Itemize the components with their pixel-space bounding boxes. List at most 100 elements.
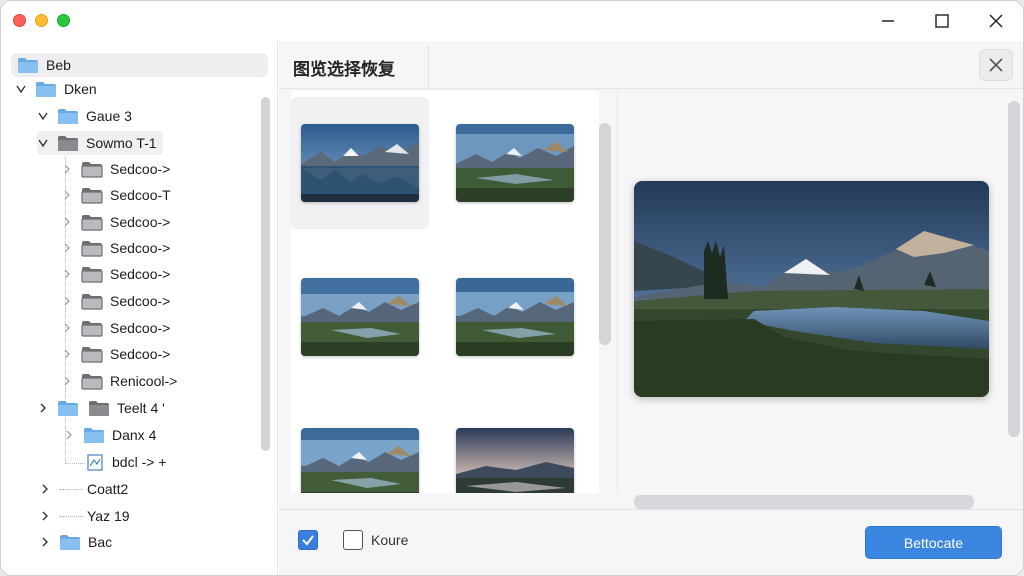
tree-item-label: Renicool-> <box>110 373 178 389</box>
tree-item-label: Dken <box>64 81 97 97</box>
tree-item-coatt[interactable]: Coatt2 <box>39 477 128 501</box>
tree-item-label: Sedcoo-> <box>110 266 171 282</box>
folder-icon <box>17 57 39 74</box>
tree-item-sowmo[interactable]: Sowmo T-1 <box>37 131 163 155</box>
landscape-thumbnail <box>456 278 574 356</box>
tree-item-bdcl[interactable]: bdcl -> + <box>87 450 166 474</box>
chevron-right-icon[interactable] <box>39 536 51 548</box>
tree-item-danx[interactable]: Danx 4 <box>63 423 156 447</box>
tree-item-label: Sowmo T-1 <box>86 135 157 151</box>
thumbnail-item[interactable] <box>446 97 584 229</box>
primary-action-button[interactable]: Bettocate <box>865 526 1002 559</box>
thumbnail-item[interactable] <box>291 401 429 493</box>
folder-icon <box>81 320 103 337</box>
thumbnail-scrollbar[interactable] <box>599 123 611 345</box>
landscape-thumbnail <box>301 278 419 356</box>
folder-icon <box>83 427 105 444</box>
preview-horizontal-scrollbar[interactable] <box>634 495 974 509</box>
chevron-right-icon[interactable] <box>61 268 73 280</box>
tree-guide-line <box>59 515 83 517</box>
chevron-right-icon[interactable] <box>61 375 73 387</box>
minimize-window-dot[interactable] <box>35 14 48 27</box>
thumbnail-item[interactable] <box>446 401 584 493</box>
tree-item-sedcoo[interactable]: Sedcoo-> <box>61 157 170 181</box>
large-image-preview <box>634 181 989 397</box>
landscape-thumbnail <box>301 124 419 202</box>
maximize-button[interactable] <box>915 1 969 41</box>
close-window-dot[interactable] <box>13 14 26 27</box>
chevron-right-icon[interactable] <box>61 322 73 334</box>
tree-item-sedcoo[interactable]: Sedcoo-> <box>61 342 170 366</box>
tree-item-gaue[interactable]: Gaue 3 <box>37 104 132 128</box>
traffic-lights <box>13 14 70 27</box>
thumbnail-item[interactable] <box>291 97 429 229</box>
chevron-right-icon[interactable] <box>39 483 51 495</box>
tree-item-label: Sedcoo-T <box>110 187 171 203</box>
tree-item-sedcoo[interactable]: Sedcoo-T <box>61 183 171 207</box>
close-button[interactable] <box>969 1 1023 41</box>
chevron-right-icon[interactable] <box>61 348 73 360</box>
title-bar <box>1 1 1023 41</box>
tree-scrollbar[interactable] <box>261 97 270 451</box>
chevron-right-icon[interactable] <box>61 163 73 175</box>
folder-icon <box>57 400 79 417</box>
chevron-right-icon[interactable] <box>61 242 73 254</box>
option-checkbox-label: Koure <box>371 532 409 548</box>
tree-item-sedcoo[interactable]: Sedcoo-> <box>61 210 170 234</box>
folder-icon <box>81 214 103 231</box>
preview-panel: 图览选择恢复 Koure Bettocate <box>279 41 1023 575</box>
tree-item-renicool[interactable]: Renicool-> <box>61 369 177 393</box>
tree-item-label: Yaz 19 <box>87 508 130 524</box>
tree-item-sedcoo[interactable]: Sedcoo-> <box>61 316 170 340</box>
tree-item-label: Sedcoo-> <box>110 346 171 362</box>
tree-item-bac[interactable]: Bac <box>39 530 112 554</box>
thumbnail-item[interactable] <box>291 251 429 383</box>
zoom-window-dot[interactable] <box>57 14 70 27</box>
tree-item-teelt[interactable]: Teelt 4 ' <box>37 396 165 420</box>
select-all-checkbox[interactable] <box>298 530 318 550</box>
file-dialog-window: Beb Dken Gaue 3 Sowmo T-1 Sedcoo-> Sedco… <box>0 0 1024 576</box>
chevron-down-icon[interactable] <box>37 110 49 122</box>
dialog-header: 图览选择恢复 <box>279 41 1023 89</box>
close-icon <box>989 14 1003 28</box>
tree-item-sedcoo[interactable]: Sedcoo-> <box>61 262 170 286</box>
tree-item-dken[interactable]: Dken <box>15 77 97 101</box>
tree-item-sedcoo[interactable]: Sedcoo-> <box>61 289 170 313</box>
tree-item-label: Sedcoo-> <box>110 240 171 256</box>
header-divider <box>428 45 429 87</box>
folder-icon <box>81 293 103 310</box>
chevron-down-icon[interactable] <box>37 137 49 149</box>
tree-item-beb[interactable]: Beb <box>11 53 268 77</box>
tree-item-sedcoo[interactable]: Sedcoo-> <box>61 236 170 260</box>
chevron-right-icon[interactable] <box>39 510 51 522</box>
dialog-close-button[interactable] <box>979 49 1013 81</box>
tree-item-label: Teelt 4 ' <box>117 400 165 416</box>
chevron-right-icon[interactable] <box>61 216 73 228</box>
tree-item-label: bdcl -> + <box>112 454 167 470</box>
tree-item-label: Danx 4 <box>112 427 157 443</box>
chevron-down-icon[interactable] <box>15 83 27 95</box>
option-checkbox[interactable] <box>343 530 363 550</box>
chevron-right-icon[interactable] <box>37 402 49 414</box>
thumbnail-item[interactable] <box>446 251 584 383</box>
folder-tree-panel: Beb Dken Gaue 3 Sowmo T-1 Sedcoo-> Sedco… <box>1 41 278 575</box>
chevron-right-icon[interactable] <box>63 429 75 441</box>
folder-icon <box>81 187 103 204</box>
tree-item-label: Beb <box>46 57 71 73</box>
folder-icon <box>59 534 81 551</box>
tree-item-label: Sedcoo-> <box>110 161 171 177</box>
folder-icon <box>81 240 103 257</box>
landscape-thumbnail <box>456 124 574 202</box>
tree-item-label: Sedcoo-> <box>110 214 171 230</box>
image-preview-area <box>617 91 1021 509</box>
chevron-right-icon[interactable] <box>61 189 73 201</box>
chevron-right-icon[interactable] <box>61 295 73 307</box>
minimize-icon <box>882 20 894 22</box>
tree-guide-line <box>59 488 83 490</box>
minimize-button[interactable] <box>861 1 915 41</box>
folder-icon <box>81 346 103 363</box>
dialog-footer: Koure Bettocate <box>279 509 1023 575</box>
folder-icon <box>81 266 103 283</box>
preview-vertical-scrollbar[interactable] <box>1008 101 1020 437</box>
tree-item-yaz[interactable]: Yaz 19 <box>39 504 130 528</box>
